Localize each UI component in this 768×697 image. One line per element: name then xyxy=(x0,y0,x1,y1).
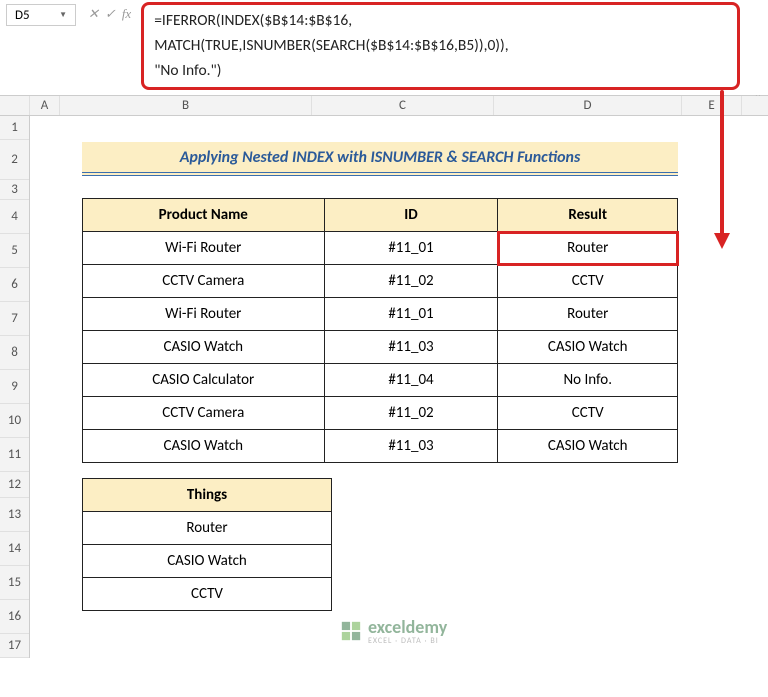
cell-id[interactable]: #11_03 xyxy=(324,331,498,364)
cell-result[interactable]: CASIO Watch xyxy=(498,430,678,463)
cell-result[interactable]: No Info. xyxy=(498,364,678,397)
col-header-d[interactable]: D xyxy=(494,96,682,115)
formula-line-3: "No Info.") xyxy=(154,59,727,84)
cell-result[interactable]: Router xyxy=(498,298,678,331)
cell-product[interactable]: CASIO Watch xyxy=(83,331,325,364)
things-table: Things RouterCASIO WatchCCTV xyxy=(82,478,332,611)
row-header-column: 1 2 3 4 5 6 7 8 9 10 11 12 13 14 15 16 1… xyxy=(0,116,30,658)
table-row[interactable]: CASIO Watch xyxy=(83,545,332,578)
cell-thing[interactable]: Router xyxy=(83,512,332,545)
col-product-name[interactable]: Product Name xyxy=(83,199,325,232)
cell-id[interactable]: #11_02 xyxy=(324,397,498,430)
row-header[interactable]: 7 xyxy=(0,302,29,336)
cell-product[interactable]: Wi-Fi Router xyxy=(83,298,325,331)
row-header[interactable]: 15 xyxy=(0,566,29,600)
col-header-c[interactable]: C xyxy=(312,96,494,115)
row-header[interactable]: 9 xyxy=(0,370,29,404)
name-box-value: D5 xyxy=(15,8,30,23)
col-header-b[interactable]: B xyxy=(60,96,312,115)
cell-product[interactable]: Wi-Fi Router xyxy=(83,232,325,265)
main-data-table: Product Name ID Result Wi-Fi Router#11_0… xyxy=(82,198,678,463)
annotation-arrow xyxy=(720,90,724,235)
watermark-brand: exceldemy xyxy=(368,616,447,638)
row-header[interactable]: 8 xyxy=(0,336,29,370)
col-result[interactable]: Result xyxy=(498,199,678,232)
cancel-icon[interactable]: ✕ xyxy=(88,6,99,22)
table-row[interactable]: CASIO Watch#11_03CASIO Watch xyxy=(83,430,678,463)
table-row[interactable]: CCTV Camera#11_02CCTV xyxy=(83,397,678,430)
logo-icon xyxy=(340,620,362,642)
row-header[interactable]: 16 xyxy=(0,600,29,634)
formula-bar-area: D5 ▼ ✕ ✓ fx =IFERROR(INDEX($B$14:$B$16, … xyxy=(0,0,768,96)
title-banner: Applying Nested INDEX with ISNUMBER & SE… xyxy=(82,142,678,176)
spreadsheet-grid: A B C D E 1 2 3 4 5 6 7 8 9 10 11 12 13 … xyxy=(0,96,768,658)
cell-thing[interactable]: CASIO Watch xyxy=(83,545,332,578)
row-header[interactable]: 13 xyxy=(0,498,29,532)
name-box[interactable]: D5 ▼ xyxy=(6,4,76,26)
table-row[interactable]: CASIO Watch#11_03CASIO Watch xyxy=(83,331,678,364)
cell-id[interactable]: #11_02 xyxy=(324,265,498,298)
formula-buttons: ✕ ✓ fx xyxy=(82,0,137,28)
formula-input[interactable]: =IFERROR(INDEX($B$14:$B$16, MATCH(TRUE,I… xyxy=(141,2,740,90)
row-header[interactable]: 2 xyxy=(0,140,29,180)
row-header[interactable]: 4 xyxy=(0,200,29,234)
formula-line-1: =IFERROR(INDEX($B$14:$B$16, xyxy=(154,9,727,34)
row-header[interactable]: 5 xyxy=(0,234,29,268)
cell-product[interactable]: CASIO Calculator xyxy=(83,364,325,397)
col-header-a[interactable]: A xyxy=(30,96,60,115)
row-header[interactable]: 1 xyxy=(0,116,29,140)
table-row[interactable]: CCTV Camera#11_02CCTV xyxy=(83,265,678,298)
table-row[interactable]: Router xyxy=(83,512,332,545)
column-header-row: A B C D E xyxy=(0,96,768,116)
col-header-e[interactable]: E xyxy=(682,96,742,115)
cell-id[interactable]: #11_01 xyxy=(324,232,498,265)
cell-result[interactable]: Router xyxy=(498,232,678,265)
row-header[interactable]: 12 xyxy=(0,472,29,498)
row-header[interactable]: 17 xyxy=(0,634,29,658)
cell-id[interactable]: #11_01 xyxy=(324,298,498,331)
cell-result[interactable]: CASIO Watch xyxy=(498,331,678,364)
row-header[interactable]: 6 xyxy=(0,268,29,302)
cell-product[interactable]: CASIO Watch xyxy=(83,430,325,463)
row-header[interactable]: 14 xyxy=(0,532,29,566)
confirm-icon[interactable]: ✓ xyxy=(105,6,116,22)
fx-icon[interactable]: fx xyxy=(122,6,131,22)
cell-thing[interactable]: CCTV xyxy=(83,578,332,611)
table-row[interactable]: Wi-Fi Router#11_01Router xyxy=(83,232,678,265)
table-row[interactable]: CASIO Calculator#11_04No Info. xyxy=(83,364,678,397)
row-header[interactable]: 11 xyxy=(0,438,29,472)
cell-product[interactable]: CCTV Camera xyxy=(83,265,325,298)
row-header[interactable]: 10 xyxy=(0,404,29,438)
formula-line-2: MATCH(TRUE,ISNUMBER(SEARCH($B$14:$B$16,B… xyxy=(154,34,727,59)
col-id[interactable]: ID xyxy=(324,199,498,232)
cell-result[interactable]: CCTV xyxy=(498,265,678,298)
row-header[interactable]: 3 xyxy=(0,180,29,200)
cell-result[interactable]: CCTV xyxy=(498,397,678,430)
table-row[interactable]: CCTV xyxy=(83,578,332,611)
cell-id[interactable]: #11_03 xyxy=(324,430,498,463)
select-all-corner[interactable] xyxy=(0,96,30,115)
cells-area[interactable]: Applying Nested INDEX with ISNUMBER & SE… xyxy=(30,116,768,658)
watermark-tagline: EXCEL · DATA · BI xyxy=(368,636,447,646)
cell-id[interactable]: #11_04 xyxy=(324,364,498,397)
cell-product[interactable]: CCTV Camera xyxy=(83,397,325,430)
table-row[interactable]: Wi-Fi Router#11_01Router xyxy=(83,298,678,331)
things-header[interactable]: Things xyxy=(83,479,332,512)
chevron-down-icon[interactable]: ▼ xyxy=(59,10,67,20)
watermark: exceldemy EXCEL · DATA · BI xyxy=(340,616,447,646)
